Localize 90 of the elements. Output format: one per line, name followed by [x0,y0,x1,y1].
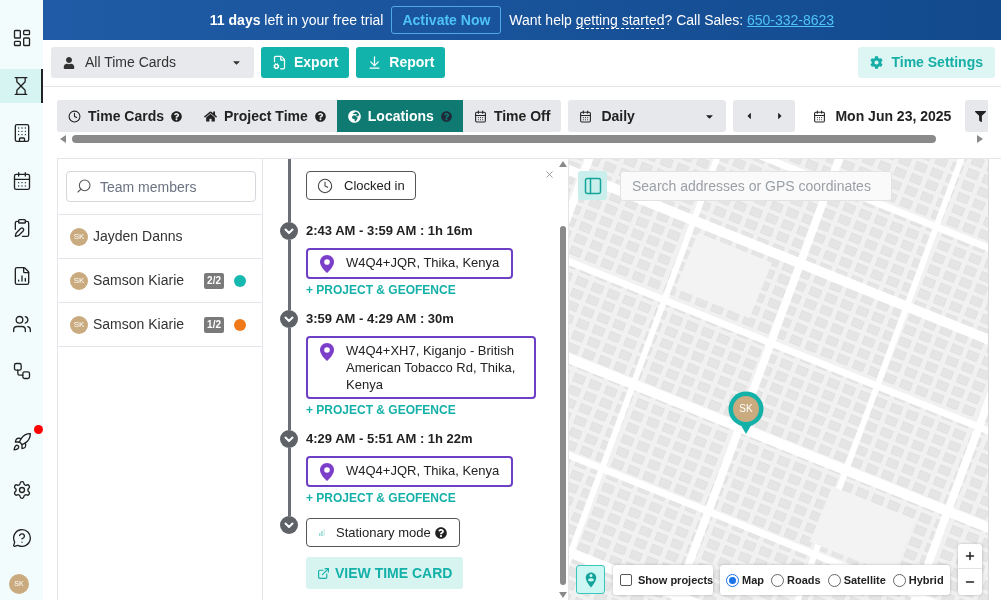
radio-label: Map [742,572,764,588]
checkbox-label: Show projects [638,572,714,588]
radio-label: Satellite [843,572,886,588]
timeline-line [288,240,291,310]
calendar-icon [813,109,827,123]
scrollbar-thumb[interactable] [560,226,566,585]
tab[interactable]: Locations [336,100,463,132]
close-icon[interactable] [544,169,555,180]
map-pin-icon [320,255,334,273]
location-card[interactable]: W4Q4+JQR, Thika, Kenya [306,248,514,279]
plus-icon [964,550,976,562]
dashboard-icon [11,28,32,48]
phone-link[interactable]: 650-332-8623 [746,11,835,28]
map-pin-icon [320,343,334,361]
home-icon [204,109,217,123]
member-name: Samson Kiarie [93,315,185,334]
chevron-down-icon[interactable] [280,516,298,534]
panel-toggle-button[interactable] [578,171,607,200]
period-select[interactable]: Daily [568,100,727,132]
checkbox[interactable] [620,574,632,586]
address-text: W4Q4+JQR, Thika, Kenya [346,254,500,271]
chevron-down-icon[interactable] [280,222,298,240]
time-range: 2:43 AM - 3:59 AM : 1h 16m [306,222,474,240]
calendar-icon [579,109,593,123]
clock-icon [68,109,81,123]
sales-help-text: Want help getting started? Call Sales: 650-332-8623 [509,10,835,31]
workflow-icon [11,361,32,382]
locate-button[interactable] [576,565,605,594]
radio-label: Roads [787,572,821,588]
status-label: Clocked in [344,176,405,195]
member-avatar: SK [70,315,88,334]
location-card[interactable]: W4Q4+JQR, Thika, Kenya [306,456,514,487]
time-range: 3:59 AM - 4:29 AM : 30m [306,310,455,328]
address-search-field[interactable]: Search addresses or GPS coordinates [620,171,892,201]
calendar-icon [11,170,32,191]
globe-icon [347,109,361,123]
address-text: W4Q4+XH7, Kiganjo - British American Tobacco Rd, Thika, Kenya [346,342,517,393]
file-settings-icon [272,55,287,70]
address-text: W4Q4+JQR, Thika, Kenya [346,462,500,479]
nav-button[interactable] [0,68,43,103]
location-card[interactable]: W4Q4+XH7, Kiganjo - British American Tobacco Rd, Thika, Kenya [306,336,536,399]
getting-started-link[interactable]: getting started [575,11,665,29]
user-icon [63,56,75,69]
status-label: Stationary mode [336,523,431,542]
users-icon [11,313,32,334]
tab[interactable]: Time Off [462,100,562,132]
settings-icon [870,56,884,69]
scrollbar-thumb[interactable] [72,135,936,143]
timeline-line [288,159,291,222]
scroll-up-icon[interactable] [559,161,567,167]
team-member-row[interactable]: SK Jayden Danns [58,215,262,259]
timeline-line [288,448,291,516]
member-name: Samson Kiarie [93,271,185,290]
calendar-icon [473,109,487,123]
signal-bars-icon [319,529,325,536]
external-link-icon [317,566,330,580]
search-icon [76,178,92,194]
panel-icon [582,175,603,196]
tab[interactable]: Time Cards [57,100,193,132]
chevron-down-icon[interactable] [280,430,298,448]
team-member-row[interactable]: SK Samson Kiarie 2/2 [58,259,262,303]
settings-icon [11,480,32,500]
member-name: Jayden Danns [93,227,183,246]
filter-icon [974,110,986,122]
clock-icon [317,177,333,194]
team-member-row[interactable]: SK Samson Kiarie 1/2 [58,303,262,347]
radio-label: Hybrid [908,572,944,588]
marker-initials: SK [738,403,754,415]
map-pin-icon [320,463,334,481]
activate-now-button[interactable]: Activate Now [391,6,502,34]
filter-button[interactable] [965,100,988,132]
date-picker-button[interactable]: Mon Jun 23, 2025 [813,100,952,132]
help-icon[interactable] [171,110,182,122]
session-count: 2/2 [204,272,224,289]
help-icon [11,528,32,548]
chevron-down-icon[interactable] [280,310,298,328]
time-cards-select[interactable]: All Time Cards [51,47,254,78]
member-avatar: SK [70,227,88,246]
tab[interactable]: Project Time [193,100,337,132]
scroll-left-icon[interactable] [60,135,66,143]
trial-message: 11 days left in your free trial [209,10,384,30]
session-count: 1/2 [204,316,224,333]
help-icon[interactable] [434,526,447,539]
scroll-right-icon[interactable] [977,135,983,143]
team-search-field[interactable]: Team members [66,171,256,202]
scroll-down-icon[interactable] [559,592,567,598]
time-range: 4:29 AM - 5:51 AM : 1h 22m [306,430,474,448]
help-icon[interactable] [314,110,326,122]
member-avatar: SK [70,271,88,290]
rocket-icon [11,432,32,452]
